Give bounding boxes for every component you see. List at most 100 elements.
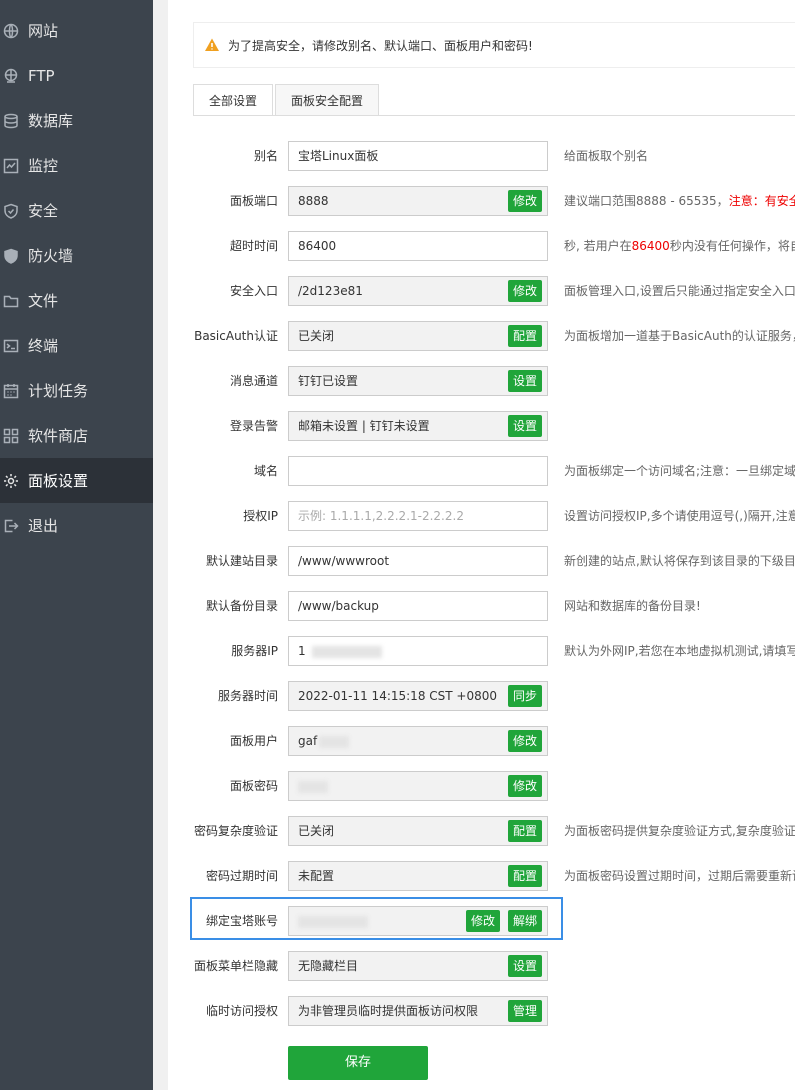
setting-row-password-complexity: 密码复杂度验证 已关闭 配置 为面板密码提供复杂度验证方式,复杂度验证 bbox=[168, 816, 795, 846]
setting-label: 消息通道 bbox=[229, 374, 278, 388]
sidebar-item-label: 文件 bbox=[28, 292, 59, 310]
setting-hint: 为面板密码提供复杂度验证方式,复杂度验证 bbox=[564, 824, 795, 838]
setting-row-timeout: 超时时间 86400 秒, 若用户在86400秒内没有任何操作，将自 bbox=[168, 231, 795, 261]
sync-time-button[interactable]: 同步 bbox=[508, 685, 543, 707]
setting-label: BasicAuth认证 bbox=[194, 329, 278, 343]
alert-text: 为了提高安全，请修改别名、默认端口、面板用户和密码! bbox=[228, 38, 533, 53]
redacted-blur bbox=[311, 645, 382, 658]
tab-panel-security[interactable]: 面板安全配置 bbox=[275, 84, 380, 116]
sidebar-item-website[interactable]: 网站 bbox=[0, 8, 153, 53]
sidebar-item-database[interactable]: 数据库 bbox=[0, 98, 153, 143]
server-ip-input[interactable]: 1 bbox=[288, 636, 548, 666]
auth-ip-input[interactable]: 示例: 1.1.1.1,2.2.2.1-2.2.2.2 bbox=[288, 501, 548, 531]
redacted-blur bbox=[298, 780, 328, 793]
setting-row-auth-ip: 授权IP 示例: 1.1.1.1,2.2.2.1-2.2.2.2 设置访问授权I… bbox=[168, 501, 795, 531]
timeout-input[interactable]: 86400 bbox=[288, 231, 548, 261]
sidebar-item-logout[interactable]: 退出 bbox=[0, 503, 153, 548]
setting-label: 登录告警 bbox=[229, 419, 278, 433]
gear-icon bbox=[2, 472, 20, 490]
sidebar-item-label: 软件商店 bbox=[28, 427, 89, 445]
highlight-box bbox=[190, 897, 563, 940]
setting-row-password-expiry: 密码过期时间 未配置 配置 为面板密码设置过期时间，过期后需要重新设 bbox=[168, 861, 795, 891]
setting-label: 授权IP bbox=[243, 509, 278, 523]
menu-hide-setup-button[interactable]: 设置 bbox=[508, 955, 543, 977]
setting-row-menu-hide: 面板菜单栏隐藏 无隐藏栏目 设置 bbox=[168, 951, 795, 981]
hint-text: 秒, 若用户在 bbox=[564, 239, 632, 253]
setting-hint: 给面板取个别名 bbox=[564, 149, 649, 163]
setting-label: 服务器IP bbox=[231, 644, 278, 658]
alias-input[interactable]: 宝塔Linux面板 bbox=[288, 141, 548, 171]
sidebar-item-label: 防火墙 bbox=[28, 247, 74, 265]
sidebar-item-label: FTP bbox=[28, 66, 55, 85]
setting-label: 别名 bbox=[253, 149, 278, 163]
setting-hint: 为面板增加一道基于BasicAuth的认证服务， bbox=[564, 329, 795, 343]
setting-hint: 面板管理入口,设置后只能通过指定安全入口 bbox=[564, 284, 795, 298]
setting-label: 域名 bbox=[253, 464, 278, 478]
sidebar-item-panel-settings[interactable]: 面板设置 bbox=[0, 458, 153, 503]
password-complexity-config-button[interactable]: 配置 bbox=[508, 820, 543, 842]
sidebar-item-label: 监控 bbox=[28, 157, 59, 175]
setting-label: 面板端口 bbox=[229, 194, 278, 208]
redacted-blur bbox=[319, 735, 350, 748]
setting-row-domain: 域名 为面板绑定一个访问域名;注意：一旦绑定域 bbox=[168, 456, 795, 486]
security-alert: 为了提高安全，请修改别名、默认端口、面板用户和密码! bbox=[193, 22, 795, 68]
setting-label: 临时访问授权 bbox=[205, 1004, 278, 1018]
sidebar-item-label: 安全 bbox=[28, 202, 59, 220]
sidebar-item-terminal[interactable]: 终端 bbox=[0, 323, 153, 368]
login-alert-setup-button[interactable]: 设置 bbox=[508, 415, 543, 437]
setting-row-panel-user: 面板用户 gaf 修改 bbox=[168, 726, 795, 756]
sidebar-item-label: 数据库 bbox=[28, 112, 74, 130]
sidebar-item-firewall[interactable]: 防火墙 bbox=[0, 233, 153, 278]
backup-dir-input[interactable]: /www/backup bbox=[288, 591, 548, 621]
setting-label: 密码复杂度验证 bbox=[193, 824, 278, 838]
sidebar-item-files[interactable]: 文件 bbox=[0, 278, 153, 323]
tab-all-settings[interactable]: 全部设置 bbox=[193, 84, 274, 116]
setting-hint: 为面板绑定一个访问域名;注意：一旦绑定域 bbox=[564, 464, 795, 478]
site-dir-input[interactable]: /www/wwwroot bbox=[288, 546, 548, 576]
setting-row-alias: 别名 宝塔Linux面板 给面板取个别名 bbox=[168, 141, 795, 171]
monitor-icon bbox=[2, 157, 20, 175]
sidebar-item-monitor[interactable]: 监控 bbox=[0, 143, 153, 188]
setting-row-message-channel: 消息通道 钉钉已设置 设置 bbox=[168, 366, 795, 396]
setting-hint: 秒, 若用户在86400秒内没有任何操作，将自 bbox=[564, 231, 795, 261]
firewall-shield-icon bbox=[2, 247, 20, 265]
sidebar-item-label: 终端 bbox=[28, 337, 59, 355]
folder-icon bbox=[2, 292, 20, 310]
setting-row-server-ip: 服务器IP 1 默认为外网IP,若您在本地虚拟机测试,请填写 bbox=[168, 636, 795, 666]
sidebar-item-cron[interactable]: 计划任务 bbox=[0, 368, 153, 413]
sidebar-item-ftp[interactable]: FTP bbox=[0, 53, 153, 98]
temp-access-manage-button[interactable]: 管理 bbox=[508, 1000, 543, 1022]
database-icon bbox=[2, 112, 20, 130]
main-content: 为了提高安全，请修改别名、默认端口、面板用户和密码! 全部设置 面板安全配置 别… bbox=[168, 0, 795, 1090]
setting-hint: 设置访问授权IP,多个请使用逗号(,)隔开,注意 bbox=[564, 509, 795, 523]
sidebar-item-security[interactable]: 安全 bbox=[0, 188, 153, 233]
setting-label: 面板菜单栏隐藏 bbox=[193, 959, 278, 973]
setting-hint: 新创建的站点,默认将保存到该目录的下级目 bbox=[564, 554, 795, 568]
setting-label: 服务器时间 bbox=[217, 689, 278, 703]
warning-icon bbox=[205, 38, 219, 51]
basicauth-config-button[interactable]: 配置 bbox=[508, 325, 543, 347]
security-entry-modify-button[interactable]: 修改 bbox=[508, 280, 543, 302]
setting-hint: 网站和数据库的备份目录! bbox=[564, 599, 701, 613]
setting-hint: 建议端口范围8888 - 65535，注意：有安全 bbox=[564, 186, 795, 216]
panel-password-modify-button[interactable]: 修改 bbox=[508, 775, 543, 797]
sidebar-item-store[interactable]: 软件商店 bbox=[0, 413, 153, 458]
setting-row-panel-password: 面板密码 修改 bbox=[168, 771, 795, 801]
setting-hint: 为面板密码设置过期时间，过期后需要重新设 bbox=[564, 869, 795, 883]
calendar-icon bbox=[2, 382, 20, 400]
setting-row-backup-dir: 默认备份目录 /www/backup 网站和数据库的备份目录! bbox=[168, 591, 795, 621]
password-expiry-config-button[interactable]: 配置 bbox=[508, 865, 543, 887]
domain-input[interactable] bbox=[288, 456, 548, 486]
tab-divider bbox=[193, 115, 795, 116]
setting-label: 默认建站目录 bbox=[205, 554, 278, 568]
setting-row-server-time: 服务器时间 2022-01-11 14:15:18 CST +0800 同步 bbox=[168, 681, 795, 711]
panel-user-value: gaf bbox=[298, 734, 318, 748]
shield-icon bbox=[2, 202, 20, 220]
message-channel-setup-button[interactable]: 设置 bbox=[508, 370, 543, 392]
setting-row-login-alert: 登录告警 邮箱未设置 | 钉钉未设置 设置 bbox=[168, 411, 795, 441]
settings-tabs: 全部设置 面板安全配置 bbox=[193, 84, 381, 116]
panel-user-modify-button[interactable]: 修改 bbox=[508, 730, 543, 752]
sidebar: 网站 FTP 数据库 监控 安全 防火墙 文件 终端 计划任务 软件商店 面板设… bbox=[0, 0, 153, 1090]
port-modify-button[interactable]: 修改 bbox=[508, 190, 543, 212]
save-button[interactable]: 保存 bbox=[288, 1046, 428, 1080]
